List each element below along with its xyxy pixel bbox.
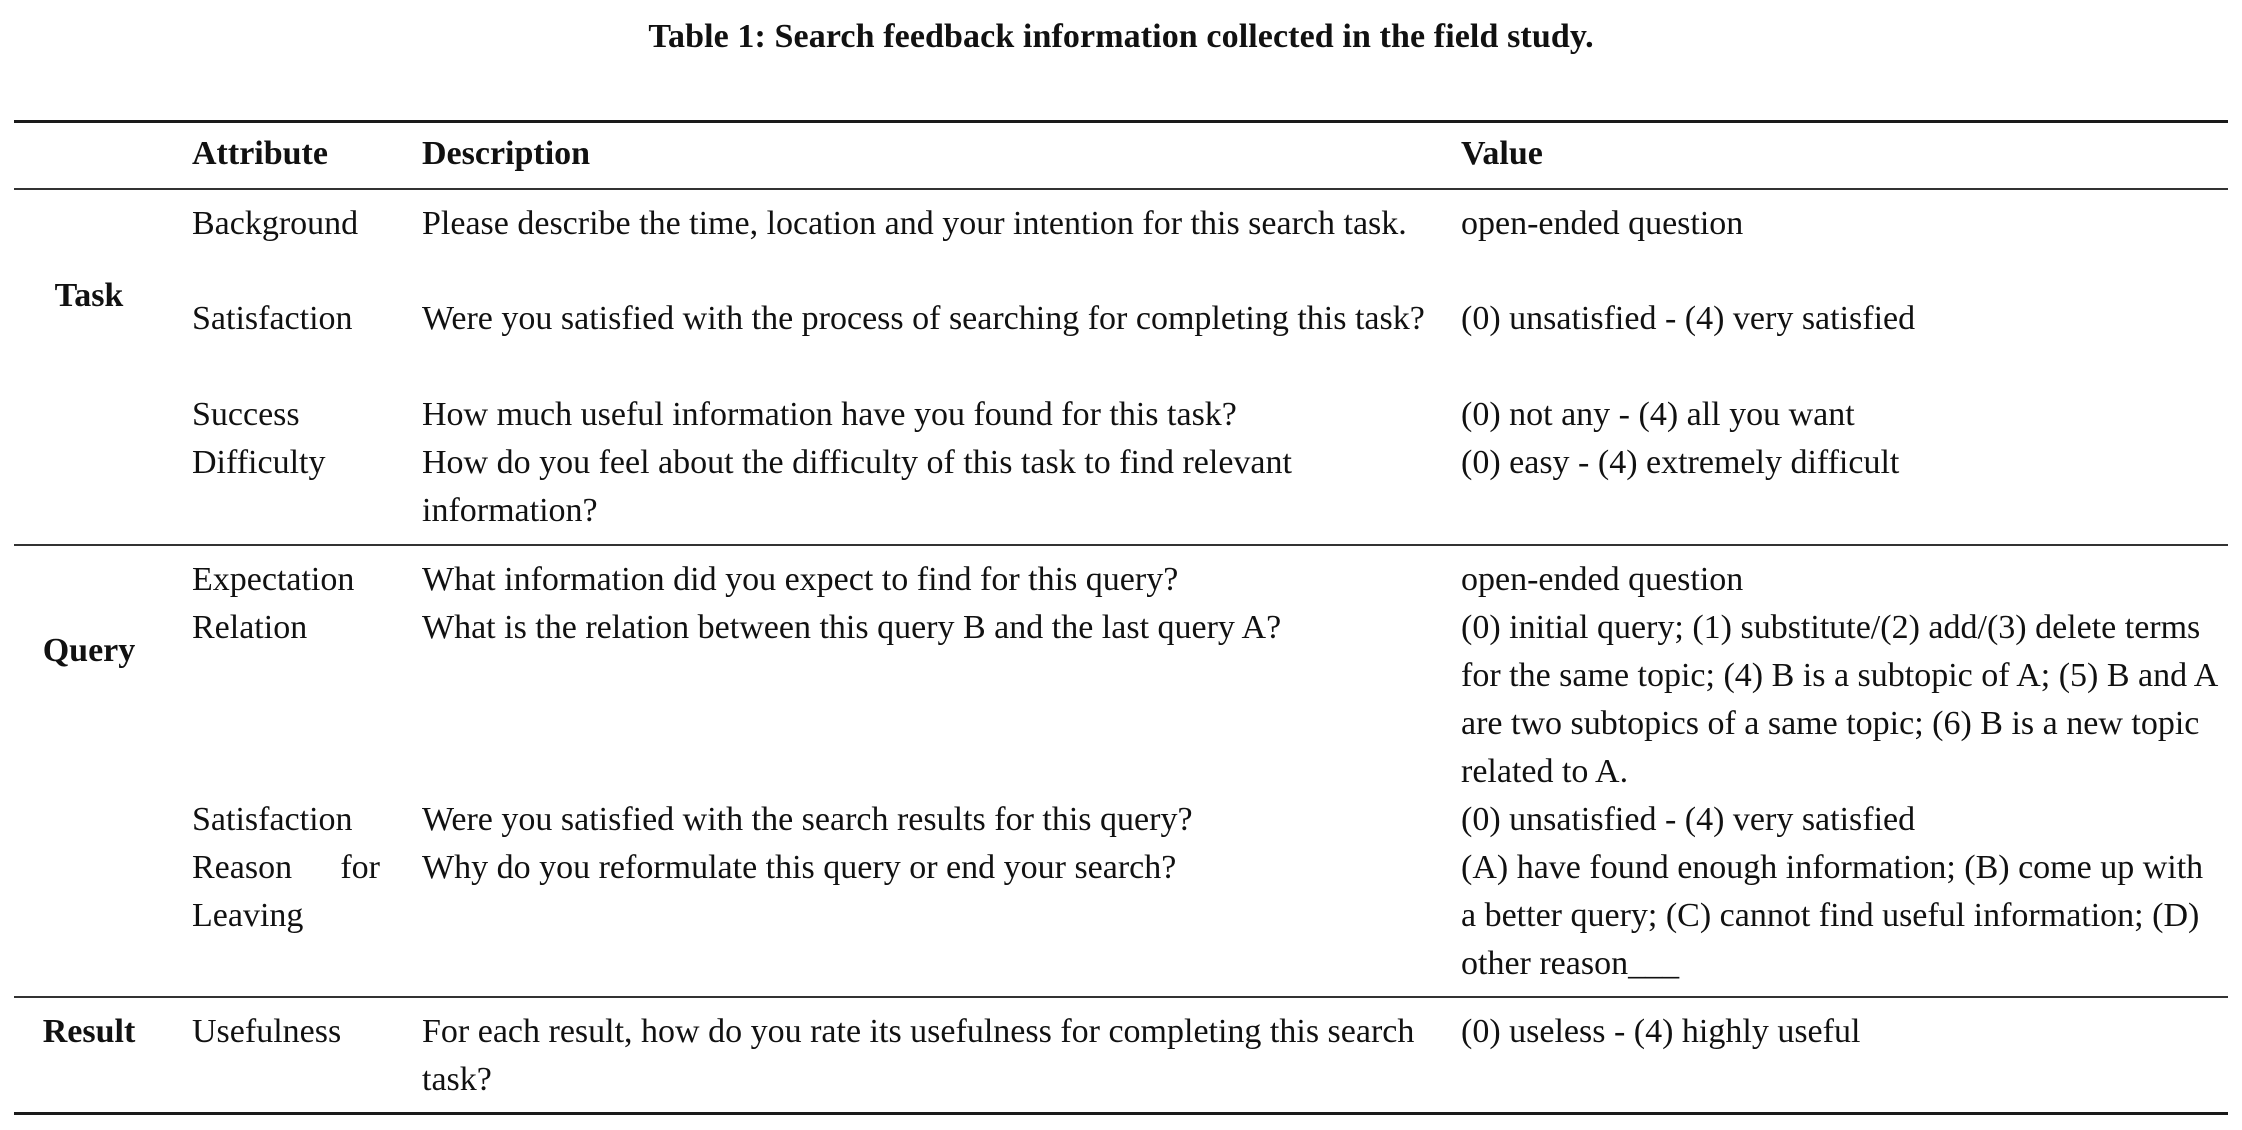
row-value: (0) not any - (4) all you want bbox=[1461, 396, 1855, 433]
row-attribute: Satisfaction bbox=[192, 801, 353, 838]
row-attribute: Background bbox=[192, 205, 359, 242]
top-rule bbox=[14, 120, 2228, 123]
row-description: What information did you expect to find … bbox=[422, 561, 1179, 598]
row-value: (0) easy - (4) extremely difficult bbox=[1461, 444, 1900, 481]
row-description: For each result, how do you rate its use… bbox=[422, 1013, 1415, 1098]
row-attribute: Difficulty bbox=[192, 444, 326, 481]
header-rule bbox=[14, 188, 2228, 190]
group-label-result: Result bbox=[42, 1013, 136, 1050]
table-caption: Table 1: Search feedback information col… bbox=[648, 18, 1594, 55]
bottom-rule bbox=[14, 1112, 2228, 1115]
row-description: Please describe the time, location and y… bbox=[422, 205, 1407, 242]
row-attribute: Success bbox=[192, 396, 300, 433]
group-rule bbox=[14, 996, 2228, 998]
row-value: (0) initial query; (1) substitute/(2) ad… bbox=[1461, 609, 2217, 790]
header-attribute: Attribute bbox=[192, 135, 328, 172]
row-description: How much useful information have you fou… bbox=[422, 396, 1237, 433]
group-label-task: Task bbox=[54, 277, 124, 314]
header-description: Description bbox=[422, 135, 591, 172]
row-attribute: Relation bbox=[192, 609, 308, 646]
row-value: (0) unsatisfied - (4) very satisfied bbox=[1461, 300, 1916, 337]
row-value: open-ended question bbox=[1461, 561, 1744, 598]
row-description: Were you satisfied with the search resul… bbox=[422, 801, 1193, 838]
row-description: How do you feel about the difficulty of … bbox=[422, 444, 1292, 529]
row-attribute: Expectation bbox=[192, 561, 355, 598]
row-description: Were you satisfied with the process of s… bbox=[422, 300, 1425, 337]
group-rule bbox=[14, 544, 2228, 546]
row-description: Why do you reformulate this query or end… bbox=[422, 849, 1177, 886]
row-attribute: Reason for Leaving bbox=[192, 849, 380, 934]
row-value: open-ended question bbox=[1461, 205, 1744, 242]
header-value: Value bbox=[1461, 135, 1543, 172]
row-value: (0) unsatisfied - (4) very satisfied bbox=[1461, 801, 1916, 838]
group-label-query: Query bbox=[42, 632, 136, 669]
row-description: What is the relation between this query … bbox=[422, 609, 1282, 646]
row-attribute: Satisfaction bbox=[192, 300, 353, 337]
row-value: (0) useless - (4) highly useful bbox=[1461, 1013, 1861, 1050]
row-value: (A) have found enough information; (B) c… bbox=[1461, 849, 2204, 982]
row-attribute: Usefulness bbox=[192, 1013, 342, 1050]
